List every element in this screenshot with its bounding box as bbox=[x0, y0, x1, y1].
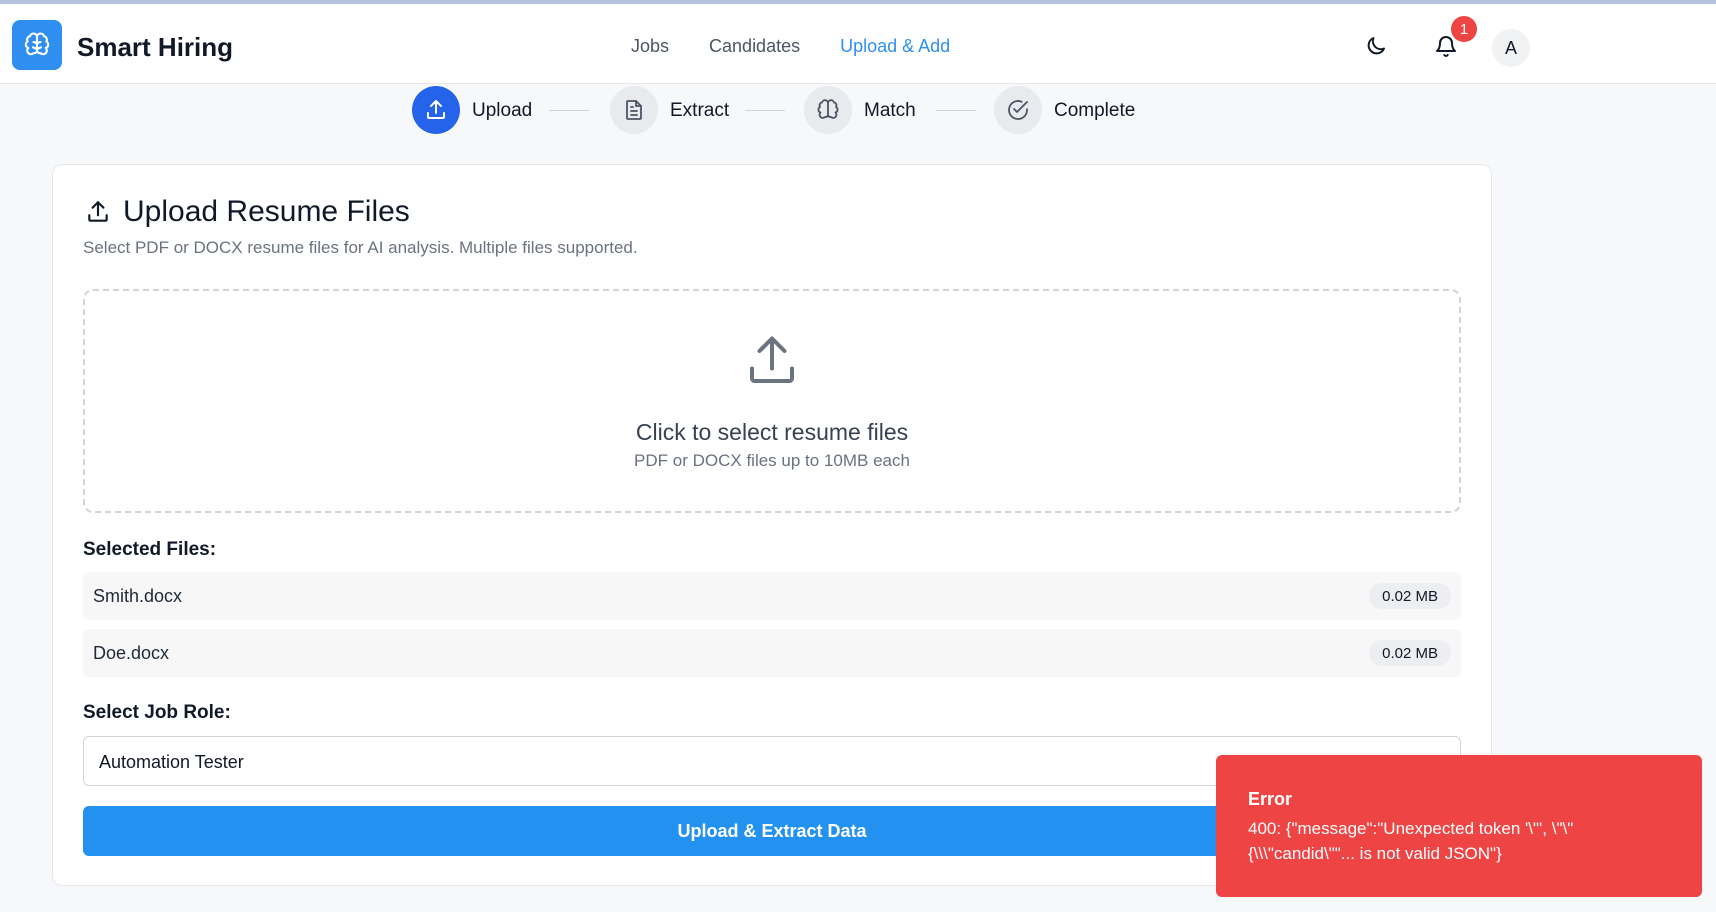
step-upload-label: Upload bbox=[472, 100, 533, 121]
brain-icon bbox=[24, 32, 50, 56]
upload-icon bbox=[750, 336, 794, 383]
check-circle-icon bbox=[1008, 100, 1028, 120]
logo[interactable] bbox=[12, 20, 62, 70]
file-row: Doe.docx 0.02 MB bbox=[83, 629, 1461, 677]
toast-title: Error bbox=[1248, 789, 1293, 809]
dropzone-title: Click to select resume files bbox=[635, 419, 909, 445]
brand-name: Smart Hiring bbox=[77, 32, 234, 62]
step-connector bbox=[936, 110, 976, 111]
nav-candidates[interactable]: Candidates bbox=[709, 36, 800, 57]
file-size-badge: 0.02 MB bbox=[1369, 583, 1451, 609]
notification-badge: 1 bbox=[1451, 16, 1477, 42]
file-size-badge: 0.02 MB bbox=[1369, 640, 1451, 666]
app-header: Smart Hiring Jobs Candidates Upload & Ad… bbox=[0, 4, 1716, 84]
step-connector bbox=[549, 110, 589, 111]
avatar[interactable]: A bbox=[1492, 29, 1530, 67]
step-connector bbox=[745, 110, 785, 111]
job-role-value: Automation Tester bbox=[99, 752, 244, 772]
job-role-label: Select Job Role: bbox=[83, 702, 231, 723]
moon-icon[interactable] bbox=[1364, 34, 1388, 58]
error-toast[interactable]: Error 400: {"message":"Unexpected token … bbox=[1216, 755, 1702, 897]
selected-files-label: Selected Files: bbox=[83, 539, 217, 560]
document-icon bbox=[626, 100, 642, 120]
brain-icon bbox=[817, 99, 839, 119]
progress-stepper: Upload Extract Match Complete bbox=[0, 84, 1716, 144]
step-extract bbox=[610, 86, 658, 134]
step-complete bbox=[994, 86, 1042, 134]
file-name: Smith.docx bbox=[93, 586, 183, 606]
step-match-label: Match bbox=[864, 100, 916, 121]
upload-icon bbox=[88, 201, 108, 222]
main-nav: Jobs Candidates Upload & Add bbox=[631, 36, 990, 57]
upload-icon bbox=[427, 100, 445, 119]
file-row: Smith.docx 0.02 MB bbox=[83, 572, 1461, 620]
card-title: Upload Resume Files bbox=[123, 195, 410, 228]
step-extract-label: Extract bbox=[670, 100, 730, 121]
file-dropzone[interactable]: Click to select resume files PDF or DOCX… bbox=[83, 289, 1461, 513]
card-subtitle: Select PDF or DOCX resume files for AI a… bbox=[83, 238, 638, 257]
step-upload bbox=[412, 86, 460, 134]
file-name: Doe.docx bbox=[93, 643, 170, 663]
toast-message: 400: {"message":"Unexpected token '\"', … bbox=[1248, 819, 1574, 863]
step-complete-label: Complete bbox=[1054, 100, 1136, 121]
step-match bbox=[804, 86, 852, 134]
dropzone-subtitle: PDF or DOCX files up to 10MB each bbox=[634, 451, 910, 470]
card-header: Upload Resume Files bbox=[85, 195, 410, 229]
nav-upload-add[interactable]: Upload & Add bbox=[840, 36, 950, 57]
nav-jobs[interactable]: Jobs bbox=[631, 36, 669, 57]
